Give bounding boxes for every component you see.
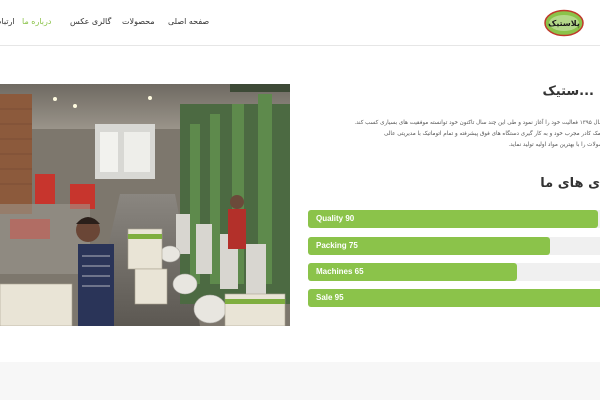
site-header: پلاستیک صفحه اصلی محصولات گالری عکس دربا… xyxy=(0,0,600,46)
skill-bar-sale: Sale 95 xyxy=(308,289,600,307)
skill-bar-fill: Quality 90 xyxy=(308,210,598,228)
nav-home[interactable]: صفحه اصلی xyxy=(168,17,209,26)
about-text-line: از سال ۱۳۹۵ فعالیت خود را آغاز نمود و طی… xyxy=(354,120,600,126)
skill-bar-fill: Sale 95 xyxy=(308,289,600,307)
nav-about[interactable]: درباره ما xyxy=(22,17,51,26)
skill-bar-packing: Packing 75 xyxy=(308,237,600,255)
skill-bar-fill: Packing 75 xyxy=(308,237,550,255)
skill-bar-fill: Machines 65 xyxy=(308,263,517,281)
factory-photo xyxy=(0,84,290,326)
nav-products[interactable]: محصولات xyxy=(122,17,155,26)
skill-bar-machines: Machines 65 xyxy=(308,263,600,281)
nav-gallery[interactable]: گالری عکس xyxy=(70,17,111,26)
skills-title: ی های ما xyxy=(540,176,600,191)
about-title: ...ستیک xyxy=(542,84,594,99)
about-text-line: به کمک کادر مجرب خود و به کار گیری دستگا… xyxy=(384,131,600,137)
skill-bar-quality: Quality 90 xyxy=(308,210,600,228)
logo[interactable]: پلاستیک xyxy=(544,9,584,37)
nav-contact[interactable]: ارتباط xyxy=(0,17,15,26)
logo-text: پلاستیک xyxy=(548,19,580,28)
about-text-line: محصولات را با بهترین مواد اولیه تولید نم… xyxy=(508,142,600,148)
footer-band xyxy=(0,362,600,400)
about-text: از سال ۱۳۹۵ فعالیت خود را آغاز نمود و طی… xyxy=(310,118,600,151)
